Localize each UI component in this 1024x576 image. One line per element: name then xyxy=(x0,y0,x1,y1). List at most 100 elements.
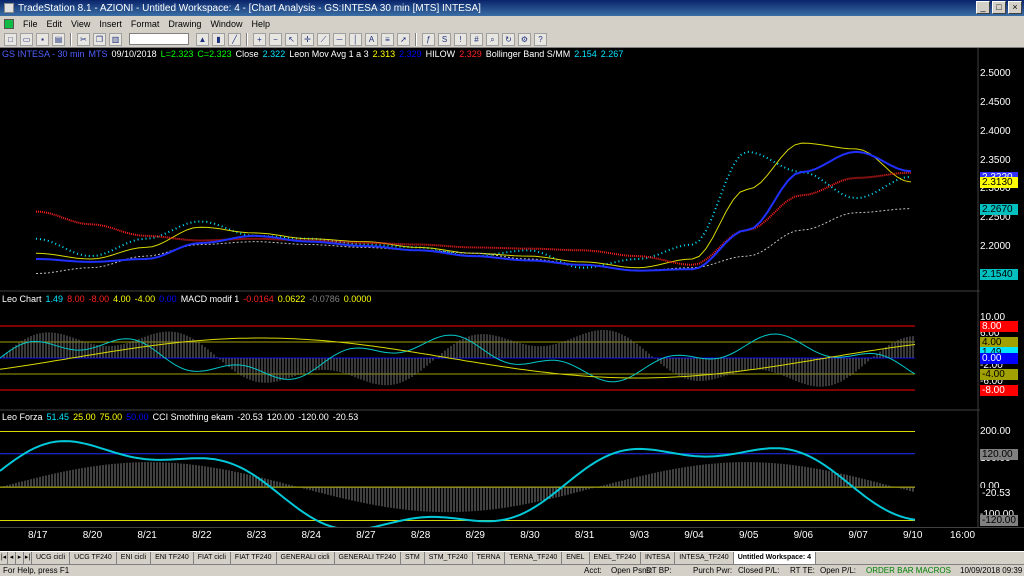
status-datetime: 10/09/2018 09:39 xyxy=(960,566,1023,575)
trendline-icon[interactable]: ⟋ xyxy=(317,32,330,46)
acct-label: Acct: xyxy=(584,566,602,575)
chart-icon[interactable]: ▲ xyxy=(196,32,209,46)
workspace-tab[interactable]: ENI cicli xyxy=(117,552,152,564)
maximize-button[interactable]: □ xyxy=(992,1,1006,14)
workspace-tab[interactable]: ENI TF240 xyxy=(151,552,194,564)
menu-view[interactable]: View xyxy=(71,19,90,29)
order-bar-macros[interactable]: ORDER BAR MACROS xyxy=(866,566,951,575)
workspace-tab[interactable]: STM xyxy=(401,552,425,564)
minimize-button[interactable]: _ xyxy=(976,1,990,14)
price-tick-label: 2.5000 xyxy=(980,67,1011,79)
hline-icon[interactable]: ─ xyxy=(333,32,346,46)
workspace-tab[interactable]: INTESA xyxy=(641,552,676,564)
macd-tag: 8.00 xyxy=(980,321,1018,332)
closed-pl-label: Closed P/L: xyxy=(738,566,780,575)
alert-icon[interactable]: ! xyxy=(454,32,467,46)
date-tick-label: 8/29 xyxy=(465,530,485,541)
paste-icon[interactable]: ▥ xyxy=(109,32,122,46)
workspace-tab[interactable]: FIAT TF240 xyxy=(231,552,277,564)
date-tick-label: 8/21 xyxy=(137,530,157,541)
vline-icon[interactable]: │ xyxy=(349,32,362,46)
text-icon[interactable]: A xyxy=(365,32,378,46)
date-tick-label: 9/06 xyxy=(793,530,814,541)
price-tag: 2.3130 xyxy=(980,176,1018,188)
workspace-tab[interactable]: STM_TF240 xyxy=(425,552,473,564)
menu-edit[interactable]: Edit xyxy=(47,19,63,29)
open-icon[interactable]: ▭ xyxy=(20,32,33,46)
price-tick-label: 2.3500 xyxy=(980,154,1011,166)
menu-format[interactable]: Format xyxy=(131,19,160,29)
macd-tag: 0.00 xyxy=(980,353,1018,364)
workspace-tab[interactable]: TERNA_TF240 xyxy=(505,552,563,564)
zoom-in-icon[interactable]: + xyxy=(253,32,266,46)
close-button[interactable]: × xyxy=(1008,1,1022,14)
date-tick-label: 16:00 xyxy=(950,530,976,541)
price-tick-label: 2.4500 xyxy=(980,96,1011,108)
zoom-out-icon[interactable]: − xyxy=(269,32,282,46)
workspace-tab[interactable]: INTESA_TF240 xyxy=(675,552,734,564)
print-icon[interactable]: ▤ xyxy=(52,32,65,46)
workspace-tab[interactable]: ENEL_TF240 xyxy=(590,552,641,564)
date-tick-label: 8/30 xyxy=(520,530,540,541)
series-line xyxy=(35,208,912,274)
bar-icon[interactable]: ▮ xyxy=(212,32,225,46)
title-bar: TradeStation 8.1 - AZIONI - Untitled Wor… xyxy=(0,0,1024,16)
purch-pwr-label: Purch Pwr: xyxy=(693,566,733,575)
series-line xyxy=(35,142,912,269)
open-pl-label: Open P/L: xyxy=(820,566,857,575)
menu-help[interactable]: Help xyxy=(251,19,270,29)
price-tag: 2.2670 xyxy=(980,203,1018,215)
cut-icon[interactable]: ✂ xyxy=(77,32,90,46)
rt-te-label: RT TE: xyxy=(790,566,815,575)
macd-tag: -8.00 xyxy=(980,385,1018,396)
workspace-tab[interactable]: UCG TF240 xyxy=(70,552,117,564)
new-icon[interactable]: □ xyxy=(4,32,17,46)
cursor-icon[interactable]: ↖ xyxy=(285,32,298,46)
document-icon[interactable] xyxy=(4,18,14,29)
workspace-tab[interactable]: Untitled Workspace: 4 xyxy=(733,552,817,564)
date-tick-label: 8/28 xyxy=(410,530,431,541)
arrow-icon[interactable]: ➚ xyxy=(397,32,410,46)
date-tick-label: 8/22 xyxy=(192,530,212,541)
settings-icon[interactable]: ⚙ xyxy=(518,32,531,46)
menu-bar: File Edit View Insert Format Drawing Win… xyxy=(0,16,1024,31)
series-line xyxy=(35,171,912,266)
tab-first-icon[interactable]: |◂ xyxy=(0,552,8,564)
fib-icon[interactable]: ≡ xyxy=(381,32,394,46)
help-icon[interactable]: ? xyxy=(534,32,547,46)
app-icon xyxy=(4,3,14,13)
workspace-tab[interactable]: TERNA xyxy=(473,552,506,564)
series-line xyxy=(35,150,912,269)
menu-insert[interactable]: Insert xyxy=(99,19,122,29)
menu-file[interactable]: File xyxy=(23,19,38,29)
date-tick-label: 9/05 xyxy=(738,530,759,541)
tab-next-icon[interactable]: ▸ xyxy=(16,552,24,564)
line-icon[interactable]: ╱ xyxy=(228,32,241,46)
copy-icon[interactable]: ❐ xyxy=(93,32,106,46)
indicator-icon[interactable]: ƒ xyxy=(422,32,435,46)
menu-drawing[interactable]: Drawing xyxy=(168,19,201,29)
toolbar: □ ▭ ▪ ▤ ✂ ❐ ▥ ▲ ▮ ╱ + − ↖ ✛ ⟋ ─ │ A ≡ ➚ … xyxy=(0,31,1024,48)
grid-icon[interactable]: # xyxy=(470,32,483,46)
cci-tag: -120.00 xyxy=(980,515,1018,527)
workspace-tab[interactable]: ENEL xyxy=(562,552,590,564)
workspace-tab[interactable]: FIAT cicli xyxy=(194,552,231,564)
refresh-icon[interactable]: ↻ xyxy=(502,32,515,46)
status-bar: For Help, press F1 Acct: Open Psns: DT B… xyxy=(0,564,1024,576)
date-tick-label: 8/17 xyxy=(28,530,48,541)
workspace-tab[interactable]: UCG cicli xyxy=(32,552,71,564)
tab-last-icon[interactable]: ▸| xyxy=(24,552,32,564)
workspace-tab[interactable]: GENERALI cicli xyxy=(277,552,335,564)
save-icon[interactable]: ▪ xyxy=(36,32,49,46)
crosshair-icon[interactable]: ✛ xyxy=(301,32,314,46)
price-tick-label: 2.2000 xyxy=(980,241,1011,253)
symbol-combo[interactable] xyxy=(129,33,189,45)
tab-prev-icon[interactable]: ◂ xyxy=(8,552,16,564)
workspace-tabs: |◂ ◂ ▸ ▸| UCG cicli UCG TF240 ENI cicli ENI… xyxy=(0,551,1024,564)
chart-analysis-window[interactable]: GS INTESA - 30 min MTS 09/10/2018 L=2.323 C=… xyxy=(0,48,1024,551)
menu-window[interactable]: Window xyxy=(210,19,242,29)
workspace-tab[interactable]: GENERALI TF240 xyxy=(335,552,401,564)
price-tag: 2.1540 xyxy=(980,269,1018,281)
strategy-icon[interactable]: S xyxy=(438,32,451,46)
magnify-icon[interactable]: ⌕ xyxy=(486,32,499,46)
